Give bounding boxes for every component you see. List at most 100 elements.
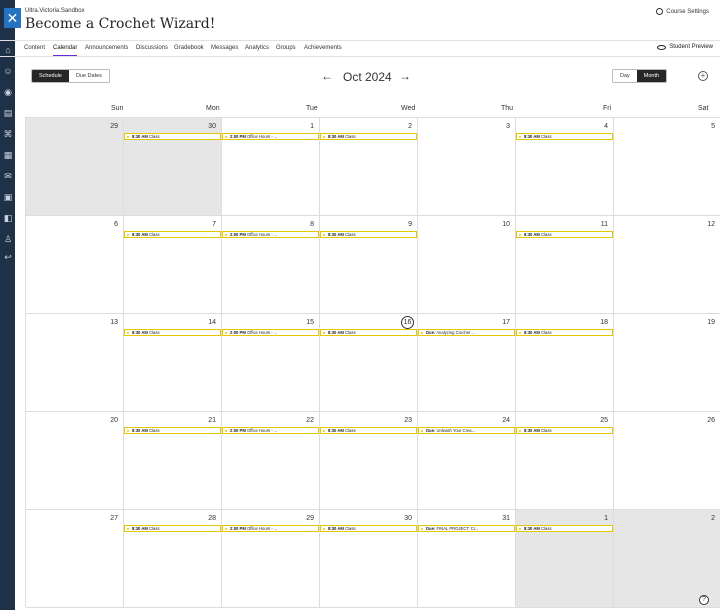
calendar-day-cell[interactable]: 5 xyxy=(614,118,720,216)
calendar-icon[interactable]: ▦ xyxy=(3,150,13,160)
calendar-event[interactable]: 8:30 AM Class xyxy=(320,525,417,532)
calendar-day-cell[interactable]: 3 xyxy=(418,118,516,216)
calendar-event[interactable]: 2:00 PM Office Hours - ... xyxy=(222,427,319,434)
calendar-day-cell[interactable]: 21 8:30 AM Class xyxy=(124,412,222,510)
calendar-event[interactable]: Due: FINAL PROJECT: Cr... xyxy=(418,525,515,532)
calendar-day-cell[interactable]: 16 8:30 AM Class xyxy=(320,314,418,412)
calendar-day-cell[interactable]: 2 8:30 AM Class xyxy=(320,118,418,216)
calendar-day-cell[interactable]: 11 8:30 AM Class xyxy=(516,216,614,314)
add-event-button[interactable]: + xyxy=(698,71,708,81)
calendar-event[interactable]: 2:00 PM Office Hours - ... xyxy=(222,525,319,532)
event-time: 8:30 AM xyxy=(132,526,148,531)
tab-discussions[interactable]: Discussions xyxy=(136,45,168,55)
day-number: 11 xyxy=(600,221,608,228)
tab-gradebook[interactable]: Gradebook xyxy=(174,45,204,55)
tab-achievements[interactable]: Achievements xyxy=(304,45,342,55)
calendar-day-cell[interactable]: 1 8:30 AM Class xyxy=(516,510,614,608)
event-title: Class xyxy=(149,232,160,237)
tab-announcements[interactable]: Announcements xyxy=(85,45,128,55)
messages-icon[interactable]: ✉ xyxy=(3,171,13,181)
calendar-day-cell[interactable]: 4 8:30 AM Class xyxy=(516,118,614,216)
tab-content[interactable]: Content xyxy=(24,45,45,55)
day-view-button[interactable]: Day xyxy=(613,70,637,82)
calendar-day-cell[interactable]: 8 2:00 PM Office Hours - ... xyxy=(222,216,320,314)
calendar-day-cell[interactable]: 9 8:30 AM Class xyxy=(320,216,418,314)
calendar-event[interactable]: 8:30 AM Class xyxy=(516,133,613,140)
calendar-day-cell[interactable]: 20 xyxy=(26,412,124,510)
user-icon[interactable]: ♙ xyxy=(3,234,13,244)
sign-out-icon[interactable]: ↩ xyxy=(3,252,13,262)
calendar-event[interactable]: 8:30 AM Class xyxy=(516,525,613,532)
calendar-day-cell[interactable]: 1 2:00 PM Office Hours - ... xyxy=(222,118,320,216)
grades-icon[interactable]: ▣ xyxy=(3,192,13,202)
calendar-day-cell[interactable]: 25 8:30 AM Class xyxy=(516,412,614,510)
close-course-button[interactable]: ✕ xyxy=(4,8,21,28)
calendar-event[interactable]: 8:30 AM Class xyxy=(124,329,221,336)
calendar-event[interactable]: 8:30 AM Class xyxy=(124,427,221,434)
tab-analytics[interactable]: Analytics xyxy=(245,45,269,55)
calendar-event[interactable]: 8:30 AM Class xyxy=(516,427,613,434)
calendar-day-cell[interactable]: 2 xyxy=(614,510,720,608)
next-month-arrow-icon[interactable]: → xyxy=(399,69,411,83)
calendar-day-cell[interactable]: 28 8:30 AM Class xyxy=(124,510,222,608)
calendar-event[interactable]: Due: Analyzing Crochet ... xyxy=(418,329,515,336)
calendar-day-cell[interactable]: 30 8:30 AM Class xyxy=(320,510,418,608)
tools-icon[interactable]: ◧ xyxy=(3,213,13,223)
calendar-day-cell[interactable]: 31 Due: FINAL PROJECT: Cr... xyxy=(418,510,516,608)
courses-icon[interactable]: ▤ xyxy=(3,108,13,118)
event-time: 2:00 PM xyxy=(230,134,246,139)
event-title: Office Hours - ... xyxy=(247,330,278,335)
calendar-day-cell[interactable]: 18 8:30 AM Class xyxy=(516,314,614,412)
calendar-event[interactable]: 8:30 AM Class xyxy=(320,231,417,238)
calendar-event[interactable]: 2:00 PM Office Hours - ... xyxy=(222,329,319,336)
calendar-event[interactable]: 8:30 AM Class xyxy=(516,329,613,336)
calendar-day-cell[interactable]: 22 2:00 PM Office Hours - ... xyxy=(222,412,320,510)
calendar-day-cell[interactable]: 10 xyxy=(418,216,516,314)
calendar-event[interactable]: 2:00 PM Office Hours - ... xyxy=(222,133,319,140)
calendar-event[interactable]: Due: Unleash Your Crea... xyxy=(418,427,515,434)
calendar-event[interactable]: 8:30 AM Class xyxy=(320,427,417,434)
tab-groups[interactable]: Groups xyxy=(276,45,296,55)
calendar-day-cell[interactable]: 30 8:30 AM Class xyxy=(124,118,222,216)
calendar-event[interactable]: 8:30 AM Class xyxy=(124,525,221,532)
calendar-day-cell[interactable]: 29 2:00 PM Office Hours - ... xyxy=(222,510,320,608)
calendar-event[interactable]: 8:30 AM Class xyxy=(320,133,417,140)
calendar-day-cell[interactable]: 23 8:30 AM Class xyxy=(320,412,418,510)
due-dates-button[interactable]: Due Dates xyxy=(68,70,109,82)
calendar-day-cell[interactable]: 7 8:30 AM Class xyxy=(124,216,222,314)
month-view-button[interactable]: Month xyxy=(636,70,667,82)
event-time: 8:30 AM xyxy=(328,330,344,335)
calendar-day-cell[interactable]: 6 xyxy=(26,216,124,314)
calendar-day-cell[interactable]: 12 xyxy=(614,216,720,314)
event-title: Class xyxy=(541,330,552,335)
schedule-button[interactable]: Schedule xyxy=(32,70,69,82)
calendar-event[interactable]: 2:00 PM Office Hours - ... xyxy=(222,231,319,238)
tab-calendar[interactable]: Calendar xyxy=(53,45,78,56)
calendar-day-cell[interactable]: 13 xyxy=(26,314,124,412)
calendar-event[interactable]: 8:30 AM Class xyxy=(320,329,417,336)
calendar-day-cell[interactable]: 26 xyxy=(614,412,720,510)
prev-month-arrow-icon[interactable]: ← xyxy=(321,69,333,83)
activity-icon[interactable]: ◉ xyxy=(3,87,13,97)
event-time: 8:30 AM xyxy=(524,134,540,139)
calendar-range-toggle: Day Month xyxy=(612,69,668,83)
calendar-event[interactable]: 8:30 AM Class xyxy=(124,231,221,238)
calendar-day-cell[interactable]: 17 Due: Analyzing Crochet ... xyxy=(418,314,516,412)
day-number: 22 xyxy=(306,417,314,424)
organizations-icon[interactable]: ⌘ xyxy=(3,129,13,139)
calendar-day-cell[interactable]: 19 xyxy=(614,314,720,412)
calendar-day-cell[interactable]: 15 2:00 PM Office Hours - ... xyxy=(222,314,320,412)
calendar-event[interactable]: 8:30 AM Class xyxy=(516,231,613,238)
help-button[interactable]: ? xyxy=(699,595,709,605)
student-preview-button[interactable]: Student Preview xyxy=(657,44,713,50)
tab-messages[interactable]: Messages xyxy=(211,45,238,55)
calendar-day-cell[interactable]: 14 8:30 AM Class xyxy=(124,314,222,412)
calendar-event[interactable]: 8:30 AM Class xyxy=(124,133,221,140)
calendar-day-cell[interactable]: 24 Due: Unleash Your Crea... xyxy=(418,412,516,510)
profile-icon[interactable]: ☺ xyxy=(3,66,13,76)
day-number: 2 xyxy=(408,123,412,130)
event-title: Class xyxy=(345,428,356,433)
course-settings-link[interactable]: Course Settings xyxy=(656,8,709,15)
calendar-day-cell[interactable]: 27 xyxy=(26,510,124,608)
calendar-day-cell[interactable]: 29 xyxy=(26,118,124,216)
